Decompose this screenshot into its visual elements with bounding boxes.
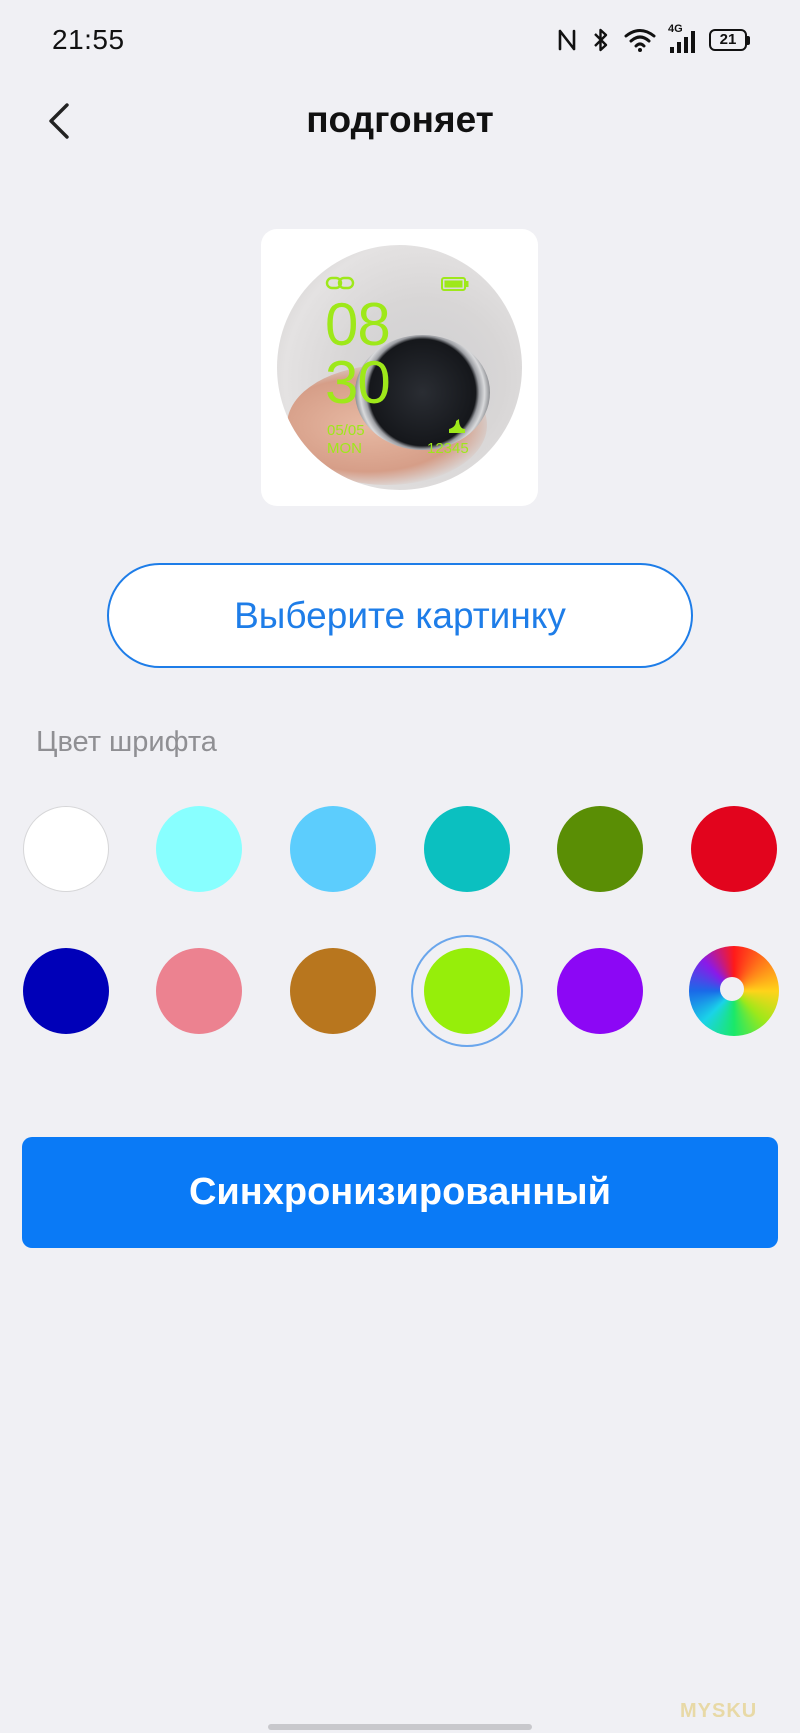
steps-icon <box>449 419 465 433</box>
watch-battery-icon <box>441 277 469 291</box>
wifi-icon <box>624 29 656 52</box>
color-swatch-white[interactable] <box>23 806 109 892</box>
sync-button-label: Синхронизированный <box>188 1171 611 1213</box>
color-swatch-teal[interactable] <box>424 806 510 892</box>
nfc-icon <box>558 29 576 51</box>
watch-minute: 30 <box>325 349 391 416</box>
watch-face-overlay: 08 30 05/05 MON 12345 <box>277 245 522 490</box>
page-title: подгоняет <box>306 99 494 140</box>
battery-icon: 21 <box>709 29 750 51</box>
color-swatch-sky-blue[interactable] <box>290 806 376 892</box>
watch-date: 05/05 <box>327 422 365 439</box>
color-swatch-purple[interactable] <box>557 948 643 1034</box>
status-icons: 4G 21 <box>556 23 750 53</box>
network-type: 4G <box>668 23 683 35</box>
watch-steps: 12345 <box>427 440 469 457</box>
color-swatch-olive-green[interactable] <box>557 806 643 892</box>
chevron-left-icon <box>49 103 69 139</box>
header: подгоняет <box>0 80 800 160</box>
battery-level: 21 <box>709 29 747 51</box>
choose-picture-label: Выберите картинку <box>234 594 566 636</box>
font-color-label: Цвет шрифта <box>36 726 217 758</box>
back-button[interactable] <box>34 96 84 146</box>
status-time: 21:55 <box>52 24 125 55</box>
watch-day: MON <box>327 440 362 457</box>
choose-picture-button[interactable]: Выберите картинку <box>107 563 693 668</box>
watermark-logo: MYSKU <box>680 1700 758 1722</box>
color-swatch-red[interactable] <box>691 806 777 892</box>
watch-hour: 08 <box>325 291 391 358</box>
color-swatch-brown[interactable] <box>290 948 376 1034</box>
color-wheel-icon[interactable] <box>689 946 779 1036</box>
status-bar: 21:55 4G 21 <box>0 0 800 80</box>
color-swatch-light-cyan[interactable] <box>156 806 242 892</box>
home-indicator[interactable] <box>268 1724 532 1730</box>
color-swatch-dark-blue[interactable] <box>23 948 109 1034</box>
signal-4g-icon: 4G <box>668 23 695 53</box>
watch-face-preview-card: 08 30 05/05 MON 12345 <box>261 229 538 506</box>
sync-button[interactable]: Синхронизированный <box>22 1137 778 1248</box>
color-swatch-lime-selected[interactable] <box>424 948 510 1034</box>
color-swatch-pink[interactable] <box>156 948 242 1034</box>
bluetooth-icon <box>594 28 608 52</box>
link-icon <box>325 276 355 290</box>
watch-face-preview: 08 30 05/05 MON 12345 <box>277 245 522 490</box>
